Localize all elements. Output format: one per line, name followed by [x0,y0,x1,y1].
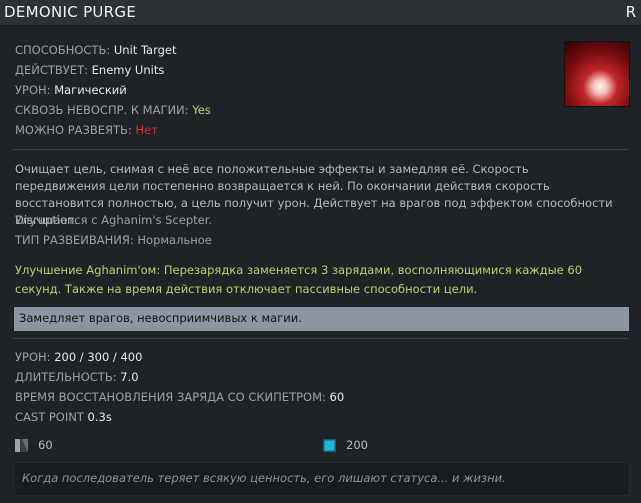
damage-type-row: УРОН: Магический [15,83,127,97]
charge-restore-row: ВРЕМЯ ВОССТАНОВЛЕНИЯ ЗАРЯДА СО СКИПЕТРОМ… [15,390,344,404]
dispel-type-label: ТИП РАЗВЕИВАНИЯ: [15,233,134,247]
duration-stat-row: ДЛИТЕЛЬНОСТЬ: 7.0 [15,370,139,384]
affects-label: ДЕЙСТВУЕТ: [15,63,88,77]
ability-behavior-label: СПОСОБНОСТЬ: [15,43,111,57]
mana-icon [323,439,336,452]
charge-restore-label: ВРЕМЯ ВОССТАНОВЛЕНИЯ ЗАРЯДА СО СКИПЕТРОМ… [15,390,326,404]
dispellable-value: Нет [135,123,158,137]
ability-behavior-row: СПОСОБНОСТЬ: Unit Target [15,43,177,57]
scepter-upgrade-text: Улучшается с Aghanim's Scepter. [15,213,213,227]
dispellable-label: МОЖНО РАЗВЕЯТЬ: [15,123,132,137]
duration-stat-label: ДЛИТЕЛЬНОСТЬ: [15,370,117,384]
duration-stat-value: 7.0 [120,370,139,384]
ability-behavior-value: Unit Target [113,43,177,57]
damage-stat-label: УРОН: [15,350,51,364]
pierces-immunity-value: Yes [192,103,211,117]
affects-row: ДЕЙСТВУЕТ: Enemy Units [15,63,164,77]
cooldown-icon [15,439,28,452]
note-text: Замедляет врагов, невосприимчивых к маги… [19,311,302,325]
dispellable-row: МОЖНО РАЗВЕЯТЬ: Нет [15,123,158,137]
mana-cost-value: 200 [346,438,368,452]
affects-value: Enemy Units [91,63,165,77]
aghanim-upgrade-text: Улучшение Aghanim'ом: Перезарядка заменя… [15,263,583,296]
dispel-type-value: Нормальное [137,233,212,247]
lore-text: Когда последователь теряет всякую ценнос… [22,471,506,485]
divider [13,338,629,339]
demonic-purge-ability-icon [564,41,630,107]
cast-point-row: CAST POINT 0.3s [15,410,112,424]
lore-box: Когда последователь теряет всякую ценнос… [14,462,630,496]
cast-point-label: CAST POINT [15,410,84,424]
cast-point-value: 0.3s [87,410,112,424]
ability-title: DEMONIC PURGE [4,3,137,21]
dispel-type-row: ТИП РАЗВЕИВАНИЯ: Нормальное [15,233,212,247]
pierces-immunity-row: СКВОЗЬ НЕВОСПР. К МАГИИ: Yes [15,103,211,117]
damage-stat-row: УРОН: 200 / 300 / 400 [15,350,142,364]
charge-restore-value: 60 [329,390,345,404]
damage-stat-value: 200 / 300 / 400 [54,350,143,364]
note-box: Замедляет врагов, невосприимчивых к маги… [14,307,629,331]
scepter-upgrade-note: Улучшается с Aghanim's Scepter. [15,213,212,227]
damage-type-label: УРОН: [15,83,51,97]
pierces-immunity-label: СКВОЗЬ НЕВОСПР. К МАГИИ: [15,103,189,117]
ability-hotkey: R [625,3,636,21]
tooltip-header: DEMONIC PURGE R [0,0,641,26]
divider [13,149,629,150]
damage-type-value: Магический [54,83,127,97]
cooldown-value: 60 [38,438,53,452]
tooltip-body: СПОСОБНОСТЬ: Unit Target ДЕЙСТВУЕТ: Enem… [0,26,641,503]
